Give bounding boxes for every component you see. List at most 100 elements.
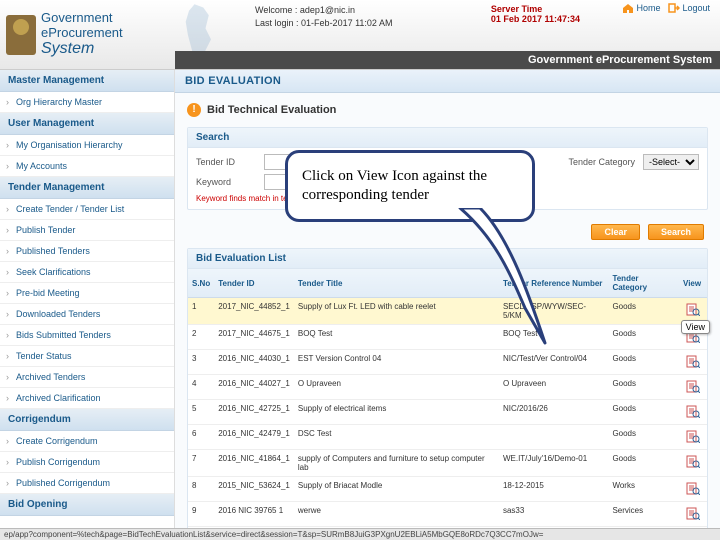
cell-cat: Goods — [608, 350, 679, 375]
cell-cat: Goods — [608, 325, 679, 350]
sidebar-item-published-tenders[interactable]: Published Tenders — [0, 241, 174, 262]
sidebar-item-tender-status[interactable]: Tender Status — [0, 346, 174, 367]
sidebar-item-bids-submitted-tenders[interactable]: Bids Submitted Tenders — [0, 325, 174, 346]
sidebar-group-corrigendum: Corrigendum — [0, 409, 174, 431]
cell-cat: Works — [608, 477, 679, 502]
cell-cat: Services — [608, 502, 679, 527]
sidebar-item-my-accounts[interactable]: My Accounts — [0, 156, 174, 177]
sidebar-item-published-corrigendum[interactable]: Published Corrigendum — [0, 473, 174, 494]
col-tender-id: Tender ID — [214, 269, 294, 298]
logout-icon — [668, 3, 680, 13]
sidebar-group-bid-opening: Bid Opening — [0, 494, 174, 516]
national-emblem — [6, 15, 36, 55]
cell-ref: NIC/Test/Ver Control/04 — [499, 350, 608, 375]
cell-tid: 2016_NIC_44030_1 — [214, 350, 294, 375]
table-row: 92016 NIC 39765 1werwesas33Services — [188, 502, 707, 527]
sidebar-item-org-hierarchy-master[interactable]: Org Hierarchy Master — [0, 92, 174, 113]
server-time-value: 01 Feb 2017 11:47:34 — [491, 14, 580, 24]
cell-title: Supply of electrical items — [294, 400, 499, 425]
welcome-label: Welcome — [255, 5, 292, 15]
welcome-value: : adep1@nic.in — [295, 5, 355, 15]
table-row: 42016_NIC_44027_1O UpraveenO UpraveenGoo… — [188, 375, 707, 400]
table-row: 22017_NIC_44675_1BOQ TestBOQ TestGoods — [188, 325, 707, 350]
lastlogin-label: Last login — [255, 18, 294, 28]
brand-title: Government eProcurement System — [41, 11, 123, 57]
table-row: 72016_NIC_41864_1supply of Computers and… — [188, 450, 707, 477]
cell-sno: 6 — [188, 425, 214, 450]
view-icon[interactable] — [686, 302, 700, 316]
cell-ref: sas33 — [499, 502, 608, 527]
sidebar-item-seek-clarifications[interactable]: Seek Clarifications — [0, 262, 174, 283]
tender-id-label: Tender ID — [196, 157, 256, 167]
table-row: 12017_NIC_44852_1Supply of Lux Ft. LED w… — [188, 298, 707, 325]
table-row: 32016_NIC_44030_1EST Version Control 04N… — [188, 350, 707, 375]
cell-sno: 3 — [188, 350, 214, 375]
cell-cat: Goods — [608, 375, 679, 400]
cell-ref — [499, 425, 608, 450]
info-icon: ! — [187, 103, 201, 117]
keyword-label: Keyword — [196, 177, 256, 187]
sidebar-item-archived-tenders[interactable]: Archived Tenders — [0, 367, 174, 388]
cell-title: O Upraveen — [294, 375, 499, 400]
table-row: 52016_NIC_42725_1Supply of electrical it… — [188, 400, 707, 425]
cell-cat: Goods — [608, 298, 679, 325]
sidebar-item-create-tender-tender-list[interactable]: Create Tender / Tender List — [0, 199, 174, 220]
logout-link[interactable]: Logout — [668, 3, 710, 13]
sidebar-item-pre-bid-meeting[interactable]: Pre-bid Meeting — [0, 283, 174, 304]
sidebar-item-publish-tender[interactable]: Publish Tender — [0, 220, 174, 241]
cell-title: DSC Test — [294, 425, 499, 450]
page-title: BID EVALUATION — [175, 70, 720, 93]
page-subtitle: Bid Technical Evaluation — [207, 104, 336, 116]
sidebar-item-create-corrigendum[interactable]: Create Corrigendum — [0, 431, 174, 452]
cell-sno: 9 — [188, 502, 214, 527]
col-tender-category: Tender Category — [608, 269, 679, 298]
cell-tid: 2016_NIC_42725_1 — [214, 400, 294, 425]
sidebar-group-tender-management: Tender Management — [0, 177, 174, 199]
cell-sno: 2 — [188, 325, 214, 350]
view-icon[interactable] — [686, 481, 700, 495]
sidebar-item-my-organisation-hierarchy[interactable]: My Organisation Hierarchy — [0, 135, 174, 156]
cell-title: Supply of Briacat Modle — [294, 477, 499, 502]
cell-sno: 5 — [188, 400, 214, 425]
col-view: View — [679, 269, 707, 298]
cell-sno: 1 — [188, 298, 214, 325]
view-tooltip: View — [681, 320, 710, 334]
search-panel-header: Search — [188, 128, 707, 148]
search-button[interactable]: Search — [648, 224, 704, 240]
view-icon[interactable] — [686, 454, 700, 468]
tender-category-select[interactable]: -Select- — [643, 154, 699, 170]
browser-statusbar: ep/app?component=%tech&page=BidTechEvalu… — [0, 528, 720, 540]
sidebar-item-downloaded-tenders[interactable]: Downloaded Tenders — [0, 304, 174, 325]
cell-title: werwe — [294, 502, 499, 527]
table-row: 82015_NIC_53624_1Supply of Briacat Modle… — [188, 477, 707, 502]
view-icon[interactable] — [686, 354, 700, 368]
sidebar-group-master-management: Master Management — [0, 70, 174, 92]
view-icon[interactable] — [686, 404, 700, 418]
bid-evaluation-table: S.No Tender ID Tender Title Tender Refer… — [188, 269, 707, 528]
cell-ref: NIC/2016/26 — [499, 400, 608, 425]
home-link[interactable]: Home — [622, 3, 660, 13]
instruction-callout: Click on View Icon against the correspon… — [285, 150, 535, 222]
cell-tid: 2015_NIC_53624_1 — [214, 477, 294, 502]
clear-button[interactable]: Clear — [591, 224, 640, 240]
lastlogin-value: : 01-Feb-2017 11:02 AM — [296, 18, 392, 28]
sidebar-item-publish-corrigendum[interactable]: Publish Corrigendum — [0, 452, 174, 473]
view-icon[interactable] — [686, 379, 700, 393]
cell-sno: 8 — [188, 477, 214, 502]
cell-sno: 7 — [188, 450, 214, 477]
tender-category-label: Tender Category — [568, 157, 635, 167]
view-icon[interactable] — [686, 429, 700, 443]
cell-cat: Goods — [608, 400, 679, 425]
cell-tid: 2017_NIC_44675_1 — [214, 325, 294, 350]
cell-cat: Goods — [608, 425, 679, 450]
sidebar: Master ManagementOrg Hierarchy MasterUse… — [0, 70, 175, 528]
sidebar-item-archived-clarification[interactable]: Archived Clarification — [0, 388, 174, 409]
cell-tid: 2016_NIC_44027_1 — [214, 375, 294, 400]
server-time-label: Server Time — [491, 4, 580, 14]
view-icon[interactable] — [686, 506, 700, 520]
table-row: 62016_NIC_42479_1DSC TestGoods — [188, 425, 707, 450]
cell-tid: 2016_NIC_41864_1 — [214, 450, 294, 477]
system-name-bar: Government eProcurement System — [175, 51, 720, 69]
sidebar-group-user-management: User Management — [0, 113, 174, 135]
cell-cat: Goods — [608, 450, 679, 477]
